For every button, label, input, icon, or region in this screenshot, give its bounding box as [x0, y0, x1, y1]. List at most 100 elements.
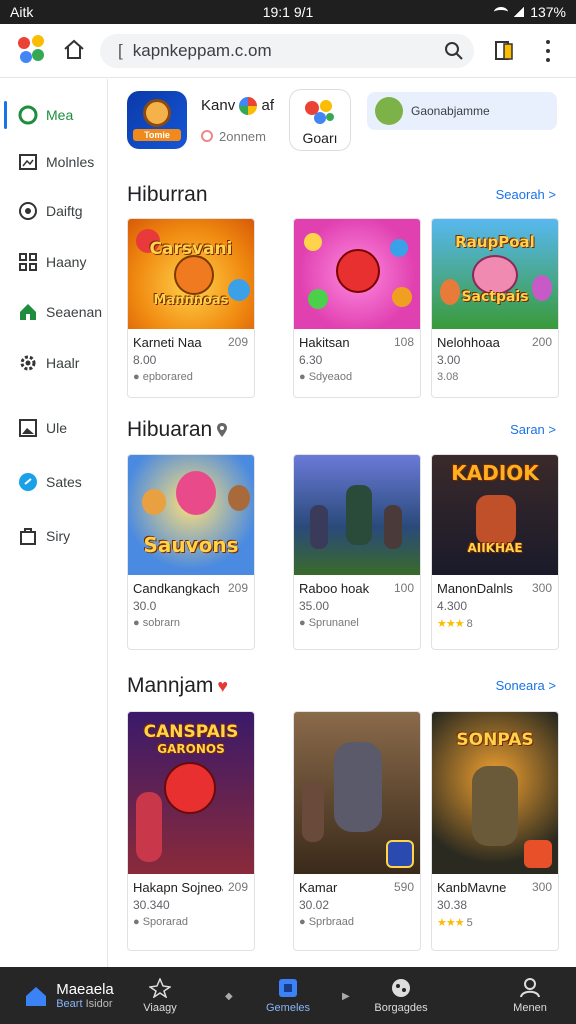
game-art-title: Carsvani: [149, 239, 233, 259]
sidebar-item-label: Ule: [46, 420, 68, 436]
overflow-menu-icon[interactable]: [542, 40, 554, 62]
game-rank: 300: [531, 880, 552, 894]
game-name: Raboo hoak: [299, 581, 370, 596]
photo-icon: [19, 419, 37, 437]
game-card[interactable]: Sauvons Candkangkach 209 30.0 ● sobrarn: [127, 454, 255, 650]
address-bar[interactable]: [ kapnkeppam.c.om: [100, 34, 474, 68]
game-card[interactable]: KADIOK AIIKHAE ManonDalnls 300 4.300 ★★★…: [431, 454, 559, 650]
nav-item-home[interactable]: Maeaela Beart Isidor: [14, 967, 124, 1024]
game-tag: ● Sprbraad: [299, 916, 354, 928]
home-icon[interactable]: [62, 38, 86, 62]
section-see-more-link[interactable]: Seaorah >: [496, 187, 556, 202]
sidebar-item-sales[interactable]: Sates: [0, 462, 108, 502]
featured-chip-text: Gaonabjamme: [411, 104, 490, 118]
bookmark-icon[interactable]: [494, 40, 514, 62]
game-art-title: RaupPoal: [455, 233, 535, 251]
carrier-label: Aitk: [10, 4, 34, 20]
game-rank: 108: [393, 335, 414, 349]
sidebar-item-settings[interactable]: Haalr: [0, 343, 108, 383]
featured-app-tile[interactable]: Tomie: [127, 91, 187, 149]
game-tag: ● epborared: [133, 371, 193, 383]
game-tag: ★★★ 8: [437, 617, 553, 630]
nav-item-profile[interactable]: Menen: [500, 967, 560, 1024]
game-card[interactable]: RaupPoal Sactpais Nelohhoaa 200 3.00 3.0…: [431, 218, 559, 398]
sidebar-item-label: Haany: [46, 254, 87, 270]
nav-separator-arrow: ▶: [342, 991, 350, 1002]
game-art: SONPAS: [432, 712, 558, 874]
game-name: Hakapn Sojneoakt: [133, 880, 223, 895]
game-art-title: KADIOK: [451, 461, 539, 485]
nav-label-extra: Isidor: [85, 998, 113, 1010]
game-tag: ★★★ 5: [437, 916, 553, 929]
bag-icon: [20, 528, 36, 545]
game-art-subtitle: Mannnoas: [153, 293, 229, 308]
featured-chip[interactable]: Gaonabjamme: [367, 92, 557, 130]
nav-label: Gemeles: [265, 1001, 311, 1014]
featured-subtitle-text: 2onnem: [219, 129, 266, 144]
game-name: Karneti Naa: [133, 335, 202, 350]
rating-icon: [201, 130, 213, 142]
game-art: [294, 712, 420, 874]
compass-icon: [149, 977, 171, 998]
game-name: ManonDalnls: [437, 581, 513, 596]
sidebar-item-search[interactable]: Seaenan: [0, 292, 108, 332]
game-rank: 590: [393, 880, 414, 894]
game-art: [294, 219, 420, 329]
clock: 19:1 9/1: [262, 4, 314, 20]
section-see-more-link[interactable]: Soneara >: [496, 678, 556, 693]
sidebar-item-label: Seaenan: [46, 304, 103, 320]
card-meta: Hakapn Sojneoakt 209 30.340 ● Sporarad: [128, 874, 254, 950]
person-icon: [520, 977, 540, 997]
game-card[interactable]: Kamar 590 30.02 ● Sprbraad: [293, 711, 421, 951]
sidebar-item-photos[interactable]: Ule: [0, 408, 108, 448]
game-rank: 200: [531, 335, 552, 349]
nav-item-discover[interactable]: Viaagy: [130, 967, 190, 1024]
nav-item-games[interactable]: Gemeles: [258, 967, 318, 1024]
section-see-more-link[interactable]: Saran >: [510, 422, 556, 437]
sidebar: Mea Molnles Daiftg Haany Seaenan Haalr U…: [0, 79, 108, 967]
nav-separator-dot: ◆: [225, 991, 233, 1002]
game-thumb-icon: [375, 97, 403, 125]
sidebar-item-label: Daiftg: [46, 203, 83, 219]
sidebar-item-home[interactable]: Mea: [0, 95, 108, 135]
nav-title: Maeaela: [56, 981, 114, 998]
sidebar-item-movies[interactable]: Molnles: [0, 142, 108, 182]
section-title-text: Mannjam: [127, 674, 214, 697]
featured-app-tile-2[interactable]: Goarı: [289, 89, 351, 151]
sidebar-item-daily[interactable]: Daiftg: [0, 191, 108, 231]
game-price: 4.300: [437, 599, 468, 613]
game-tag: ● Sprunanel: [299, 617, 359, 629]
app-logo-icon[interactable]: [18, 35, 48, 67]
games-icon: [279, 978, 297, 997]
color-wheel-icon: [239, 97, 258, 116]
search-icon[interactable]: [444, 41, 464, 61]
card-meta: Candkangkach 209 30.0 ● sobrarn: [128, 575, 254, 649]
game-card[interactable]: Raboo hoak 100 35.00 ● Sprunanel: [293, 454, 421, 650]
sidebar-item-store[interactable]: Siry: [0, 516, 108, 556]
wifi-icon: [494, 7, 509, 17]
game-card[interactable]: Hakitsan 108 6.30 ● Sdyeaod: [293, 218, 421, 398]
nav-label-text: Beart: [56, 998, 83, 1010]
nav-item-library[interactable]: Borgagdes: [368, 967, 434, 1024]
game-name: Hakitsan: [299, 335, 350, 350]
card-meta: Hakitsan 108 6.30 ● Sdyeaod: [294, 329, 420, 397]
nav-label: Menen: [513, 1001, 547, 1014]
sidebar-item-label: Sates: [46, 474, 82, 490]
featured-title[interactable]: Kanv af: [201, 97, 275, 116]
game-art: RaupPoal Sactpais: [432, 219, 558, 329]
game-card[interactable]: Carsvani Mannnoas Karneti Naa 209 8.00 ●…: [127, 218, 255, 398]
game-art: Sauvons: [128, 455, 254, 575]
game-tag: ● Sporarad: [133, 916, 188, 928]
nav-label: Borgagdes: [374, 1001, 428, 1014]
sidebar-item-grid[interactable]: Haany: [0, 242, 108, 282]
featured-title-suffix: af: [261, 97, 275, 114]
status-icons: 137%: [494, 4, 566, 20]
game-card[interactable]: SONPAS KanbMavne 300 30.38 ★★★ 5: [431, 711, 559, 951]
game-card[interactable]: CANSPAIS GARONOS Hakapn Sojneoakt 209 30…: [127, 711, 255, 951]
circle-icon: [18, 105, 38, 125]
card-meta: Karneti Naa 209 8.00 ● epborared: [128, 329, 254, 397]
card-meta: KanbMavne 300 30.38 ★★★ 5: [432, 874, 558, 950]
target-icon: [19, 202, 37, 220]
star-rating-icon: ★★★: [437, 618, 465, 630]
game-price: 30.02: [299, 898, 330, 912]
